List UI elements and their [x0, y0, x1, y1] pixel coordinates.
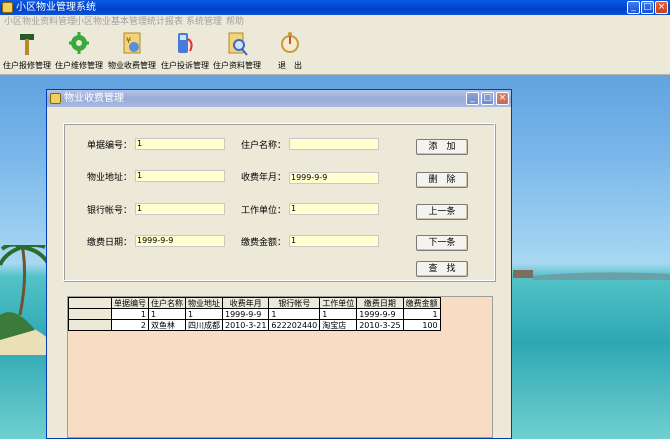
toolbar-label: 物业收费管理 — [108, 61, 156, 70]
menu-help[interactable]: 帮助 — [226, 15, 244, 29]
grid-column-header[interactable]: 工作单位 — [319, 297, 358, 309]
grid-cell[interactable]: 1 — [185, 308, 223, 320]
grid-column-header[interactable]: 银行帐号 — [268, 297, 321, 309]
grid-cell[interactable]: 1 — [402, 308, 441, 320]
owner-name-label: 住户名称： — [241, 141, 287, 151]
gear-icon — [69, 32, 89, 54]
toolbar-label: 住户报修管理 — [3, 61, 51, 70]
grid-column-header[interactable]: 缴费日期 — [356, 297, 404, 309]
toolbar-label: 退 出 — [278, 61, 302, 70]
toolbar-maintenance[interactable]: 住户维修管理 — [54, 31, 104, 71]
grid-header-row: 单据编号 住户名称 物业地址 收费年月 银行帐号 工作单位 缴费日期 缴费金额 — [68, 297, 441, 309]
pay-amount-input[interactable]: 1 — [289, 235, 379, 247]
grid-cell[interactable]: 双鱼林 — [148, 319, 186, 331]
pay-date-input[interactable]: 1999-9-9 — [135, 235, 225, 247]
toolbar-exit[interactable]: 退 出 — [272, 31, 308, 71]
fee-management-dialog: 物业收费管理 _ □ × 单据编号： 1 住户名称： 物业地址： 1 收费年月：… — [46, 89, 512, 439]
grid-column-header[interactable]: 物业地址 — [185, 297, 223, 309]
add-button[interactable]: 添 加 — [416, 139, 468, 155]
row-selector[interactable] — [68, 308, 112, 320]
grid-cell[interactable]: 622202440 — [268, 319, 321, 331]
row-selector[interactable] — [68, 319, 112, 331]
app-icon — [2, 2, 13, 13]
table-row[interactable]: 1 1 1 1999-9-9 1 1 1999-9-9 1 — [68, 308, 441, 320]
owner-name-input[interactable] — [289, 138, 379, 150]
toolbar-resident-data[interactable]: 住户资料管理 — [212, 31, 262, 71]
svg-text:¥: ¥ — [126, 36, 131, 45]
menu-system[interactable]: 系统管理 — [186, 15, 222, 29]
grid-cell[interactable]: 1999-9-9 — [356, 308, 404, 320]
magnifier-icon — [228, 32, 248, 56]
maximize-button[interactable]: □ — [641, 1, 654, 14]
table-row[interactable]: 2 双鱼林 四川成都 2010-3-21 622202440 淘宝店 2010-… — [68, 319, 441, 331]
close-button[interactable]: × — [655, 1, 668, 14]
grid-cell[interactable]: 100 — [402, 319, 441, 331]
app-title: 小区物业管理系统 — [16, 2, 96, 13]
toolbar-complaints[interactable]: 住户投诉管理 — [160, 31, 210, 71]
next-button[interactable]: 下一条 — [416, 235, 468, 251]
toolbar: 住户报修管理 住户维修管理 ¥ 物业收费管理 住户投诉管理 住户资料管理 退 出 — [0, 29, 670, 75]
bank-account-input[interactable]: 1 — [135, 203, 225, 215]
toolbar-label: 住户投诉管理 — [161, 61, 209, 70]
dialog-minimize-button[interactable]: _ — [466, 92, 479, 105]
address-input[interactable]: 1 — [135, 170, 225, 182]
search-button[interactable]: 查 找 — [416, 261, 468, 277]
grid-column-header[interactable]: 缴费金额 — [402, 297, 441, 309]
grid-cell[interactable]: 2 — [111, 319, 149, 331]
grid-cell[interactable]: 2010-3-21 — [221, 319, 270, 331]
money-icon: ¥ — [123, 32, 141, 54]
grid-cell[interactable]: 四川成都 — [185, 319, 223, 331]
dialog-maximize-button[interactable]: □ — [481, 92, 494, 105]
grid-cell[interactable]: 2010-3-25 — [356, 319, 404, 331]
fee-month-input[interactable]: 1999-9-9 — [289, 172, 379, 184]
bill-no-input[interactable]: 1 — [135, 138, 225, 150]
prev-button[interactable]: 上一条 — [416, 204, 468, 220]
minimize-button[interactable]: _ — [627, 1, 640, 14]
toolbar-repair-report[interactable]: 住户报修管理 — [2, 31, 52, 71]
grid-column-header[interactable]: 收费年月 — [221, 297, 270, 309]
main-titlebar: 小区物业管理系统 _ □ × — [0, 0, 670, 15]
data-grid: 单据编号 住户名称 物业地址 收费年月 银行帐号 工作单位 缴费日期 缴费金额 … — [68, 297, 441, 331]
phone-icon — [178, 33, 193, 53]
dialog-close-button[interactable]: × — [496, 92, 509, 105]
island-palm-left — [0, 245, 50, 355]
hammer-icon — [20, 34, 34, 55]
work-unit-label: 工作单位： — [241, 206, 287, 216]
pay-amount-label: 缴费金额： — [241, 238, 287, 248]
fee-month-label: 收费年月： — [241, 173, 287, 183]
pay-date-label: 缴费日期： — [87, 238, 133, 248]
grid-column-header[interactable]: 单据编号 — [111, 297, 149, 309]
grid-cell[interactable]: 淘宝店 — [319, 319, 358, 331]
exit-icon — [281, 32, 299, 53]
menu-property-basic[interactable]: 小区物业基本管理 — [75, 15, 147, 29]
bill-no-label: 单据编号： — [87, 141, 133, 151]
distant-island — [513, 270, 670, 280]
data-grid-panel: 单据编号 住户名称 物业地址 收费年月 银行帐号 工作单位 缴费日期 缴费金额 … — [67, 296, 493, 438]
grid-corner-cell — [68, 297, 112, 309]
grid-cell[interactable]: 1999-9-9 — [221, 308, 270, 320]
grid-cell[interactable]: 1 — [111, 308, 149, 320]
bank-account-label: 银行帐号： — [87, 206, 133, 216]
menu-bar: 小区物业资料管理 小区物业基本管理 统计报表 系统管理 帮助 — [0, 15, 670, 29]
dialog-title: 物业收费管理 — [64, 93, 124, 104]
dialog-icon — [50, 93, 61, 104]
address-label: 物业地址： — [87, 173, 133, 183]
toolbar-label: 住户维修管理 — [55, 61, 103, 70]
work-unit-input[interactable]: 1 — [289, 203, 379, 215]
dialog-titlebar: 物业收费管理 _ □ × — [47, 90, 511, 107]
menu-reports[interactable]: 统计报表 — [147, 15, 183, 29]
toolbar-label: 住户资料管理 — [213, 61, 261, 70]
grid-cell[interactable]: 1 — [319, 308, 358, 320]
grid-column-header[interactable]: 住户名称 — [148, 297, 186, 309]
delete-button[interactable]: 删 除 — [416, 172, 468, 188]
menu-property-data[interactable]: 小区物业资料管理 — [4, 15, 76, 29]
grid-cell[interactable]: 1 — [148, 308, 186, 320]
toolbar-fee-management[interactable]: ¥ 物业收费管理 — [106, 31, 158, 71]
grid-cell[interactable]: 1 — [268, 308, 321, 320]
